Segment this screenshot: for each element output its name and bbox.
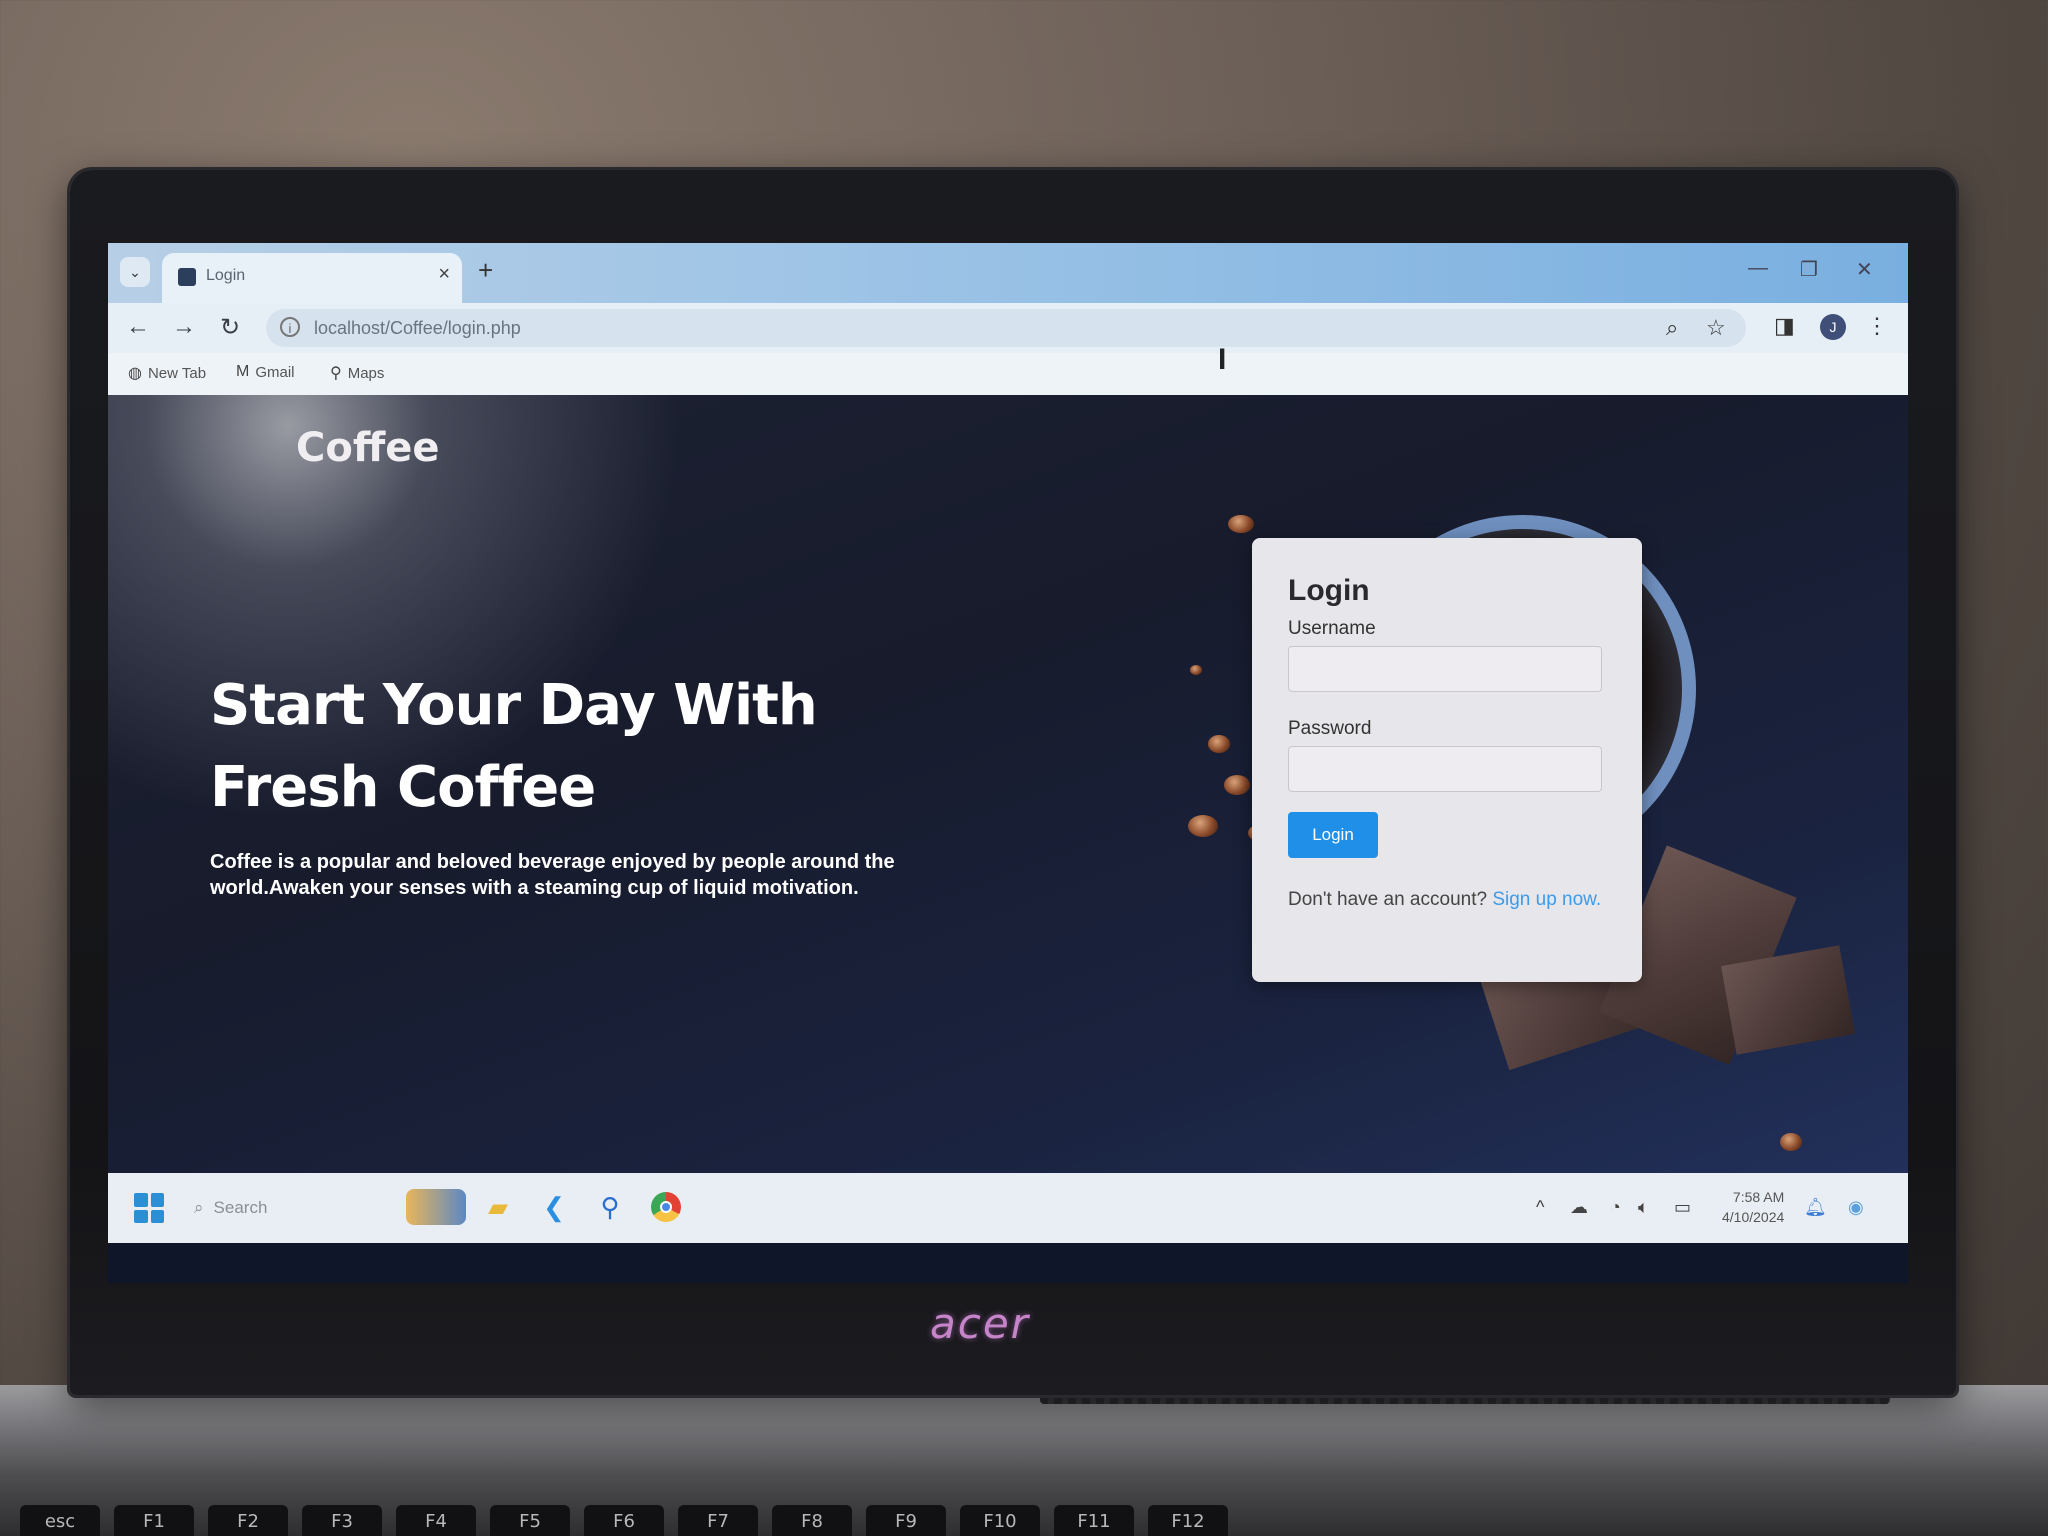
coffee-bean-image bbox=[1188, 815, 1218, 837]
text-cursor-icon: I bbox=[1218, 343, 1227, 376]
cloud-sync-icon[interactable]: ☁ bbox=[1570, 1197, 1588, 1218]
key-f3: F3 bbox=[302, 1505, 382, 1536]
browser-toolbar: ← → ↻ i localhost/Coffee/login.php ⌕ ☆ ◨… bbox=[108, 303, 1908, 353]
clock-time: 7:58 AM bbox=[1732, 1189, 1785, 1205]
key-f11: F11 bbox=[1054, 1505, 1134, 1536]
login-card: Login Username Password Login Don't have… bbox=[1252, 538, 1642, 982]
chrome-icon[interactable] bbox=[648, 1189, 684, 1225]
key-f5: F5 bbox=[490, 1505, 570, 1536]
forward-icon[interactable]: → bbox=[172, 313, 196, 341]
favicon-icon bbox=[178, 268, 196, 286]
key-f6: F6 bbox=[584, 1505, 664, 1536]
bookmark-new-tab[interactable]: ◍ New Tab bbox=[128, 363, 206, 383]
bookmark-maps[interactable]: ⚲ Maps bbox=[330, 363, 384, 383]
username-input[interactable] bbox=[1288, 646, 1602, 692]
password-input[interactable] bbox=[1288, 746, 1602, 792]
coffee-bean-image bbox=[1224, 775, 1250, 795]
signup-link[interactable]: Sign up now. bbox=[1492, 889, 1601, 910]
reload-icon[interactable]: ↻ bbox=[220, 313, 240, 342]
key-f7: F7 bbox=[678, 1505, 758, 1536]
tab-title: Login bbox=[206, 267, 246, 284]
keyboard-function-row: esc F1 F2 F3 F4 F5 F6 F7 F8 F9 F10 F11 F… bbox=[20, 1505, 1228, 1536]
search-icon: ⌕ bbox=[194, 1198, 204, 1217]
coffee-bean-image bbox=[1780, 1133, 1802, 1151]
window-close-icon[interactable]: ✕ bbox=[1856, 257, 1873, 282]
copilot-icon[interactable]: ◉ bbox=[1848, 1197, 1864, 1218]
chocolate-piece-image bbox=[1721, 945, 1855, 1055]
taskbar: ⌕ Search ▰ ❮ ⚲ ^ ☁ ◔ 🔈︎ ▭ 7:58 AM 4/10/2… bbox=[108, 1173, 1908, 1243]
zoom-icon[interactable]: ⌕ bbox=[1666, 315, 1678, 341]
chevron-up-icon[interactable]: ^ bbox=[1536, 1197, 1544, 1218]
address-url[interactable]: localhost/Coffee/login.php bbox=[314, 318, 521, 339]
password-label: Password bbox=[1288, 718, 1372, 739]
hero-text: Coffee is a popular and beloved beverage… bbox=[210, 851, 895, 899]
brand-logo: acer bbox=[930, 1299, 1030, 1348]
signup-prompt: Don't have an account? Sign up now. bbox=[1288, 888, 1608, 912]
key-f9: F9 bbox=[866, 1505, 946, 1536]
gmail-icon: M bbox=[236, 363, 250, 380]
profile-avatar[interactable]: J bbox=[1820, 314, 1846, 340]
browser-tabstrip: ⌄ Login × + — ❐ ✕ bbox=[108, 243, 1908, 303]
tab-search-button[interactable]: ⌄ bbox=[120, 257, 150, 287]
search-placeholder: Search bbox=[213, 1198, 268, 1217]
login-title: Login bbox=[1288, 574, 1370, 607]
new-tab-button[interactable]: + bbox=[478, 255, 493, 286]
menu-kebab-icon[interactable]: ⋮ bbox=[1866, 313, 1888, 339]
login-button[interactable]: Login bbox=[1288, 812, 1378, 858]
minimize-icon[interactable]: — bbox=[1748, 257, 1768, 280]
back-icon[interactable]: ← bbox=[126, 313, 150, 341]
web-page: Coffee Start Your Day With Fresh Coffee … bbox=[108, 395, 1908, 1173]
site-info-icon[interactable]: i bbox=[280, 317, 300, 337]
key-f1: F1 bbox=[114, 1505, 194, 1536]
battery-icon[interactable]: ▭ bbox=[1674, 1197, 1691, 1218]
taskbar-search[interactable]: ⌕ Search bbox=[194, 1191, 394, 1225]
address-bar[interactable]: i localhost/Coffee/login.php ⌕ ☆ bbox=[266, 309, 1746, 347]
globe-icon: ◍ bbox=[128, 365, 142, 382]
wifi-icon[interactable]: ◔ bbox=[1610, 1197, 1621, 1218]
close-icon[interactable]: × bbox=[438, 263, 450, 286]
key-f8: F8 bbox=[772, 1505, 852, 1536]
key-f2: F2 bbox=[208, 1505, 288, 1536]
bookmarks-bar: ◍ New Tab M Gmail ⚲ Maps bbox=[108, 353, 1908, 395]
app-icon[interactable]: ⚲ bbox=[592, 1189, 628, 1225]
key-esc: esc bbox=[20, 1505, 100, 1536]
bookmark-gmail[interactable]: M Gmail bbox=[236, 363, 295, 381]
key-f12: F12 bbox=[1148, 1505, 1228, 1536]
coffee-bean-image bbox=[1190, 665, 1202, 675]
signup-prompt-text: Don't have an account? bbox=[1288, 889, 1493, 910]
bookmark-label: Gmail bbox=[255, 363, 295, 381]
key-f4: F4 bbox=[396, 1505, 476, 1536]
widgets-icon[interactable] bbox=[406, 1189, 466, 1225]
coffee-bean-image bbox=[1228, 515, 1254, 533]
clock-date: 4/10/2024 bbox=[1722, 1209, 1785, 1225]
screen: ⌄ Login × + — ❐ ✕ ← → ↻ i localhost/Coff… bbox=[108, 243, 1908, 1283]
volume-icon[interactable]: 🔈︎ bbox=[1638, 1197, 1649, 1218]
site-logo[interactable]: Coffee bbox=[296, 425, 440, 471]
taskbar-clock[interactable]: 7:58 AM 4/10/2024 bbox=[1722, 1187, 1784, 1227]
bookmark-label: New Tab bbox=[147, 364, 207, 382]
notification-bell-icon[interactable]: 🔔︎ bbox=[1804, 1197, 1827, 1218]
windows-start-icon[interactable] bbox=[134, 1193, 164, 1223]
file-explorer-icon[interactable]: ▰ bbox=[480, 1189, 516, 1225]
restore-icon[interactable]: ❐ bbox=[1800, 257, 1818, 282]
key-f10: F10 bbox=[960, 1505, 1040, 1536]
chevron-down-icon: ⌄ bbox=[129, 263, 141, 280]
username-label: Username bbox=[1288, 618, 1376, 639]
star-icon[interactable]: ☆ bbox=[1706, 315, 1726, 341]
coffee-bean-image bbox=[1208, 735, 1230, 753]
hero-title: Start Your Day With Fresh Coffee bbox=[210, 673, 818, 820]
maps-pin-icon: ⚲ bbox=[330, 365, 342, 382]
side-panel-icon[interactable]: ◨ bbox=[1774, 313, 1795, 339]
bookmark-label: Maps bbox=[347, 364, 385, 382]
tab-login[interactable]: Login × bbox=[162, 253, 462, 303]
vscode-icon[interactable]: ❮ bbox=[536, 1189, 572, 1225]
